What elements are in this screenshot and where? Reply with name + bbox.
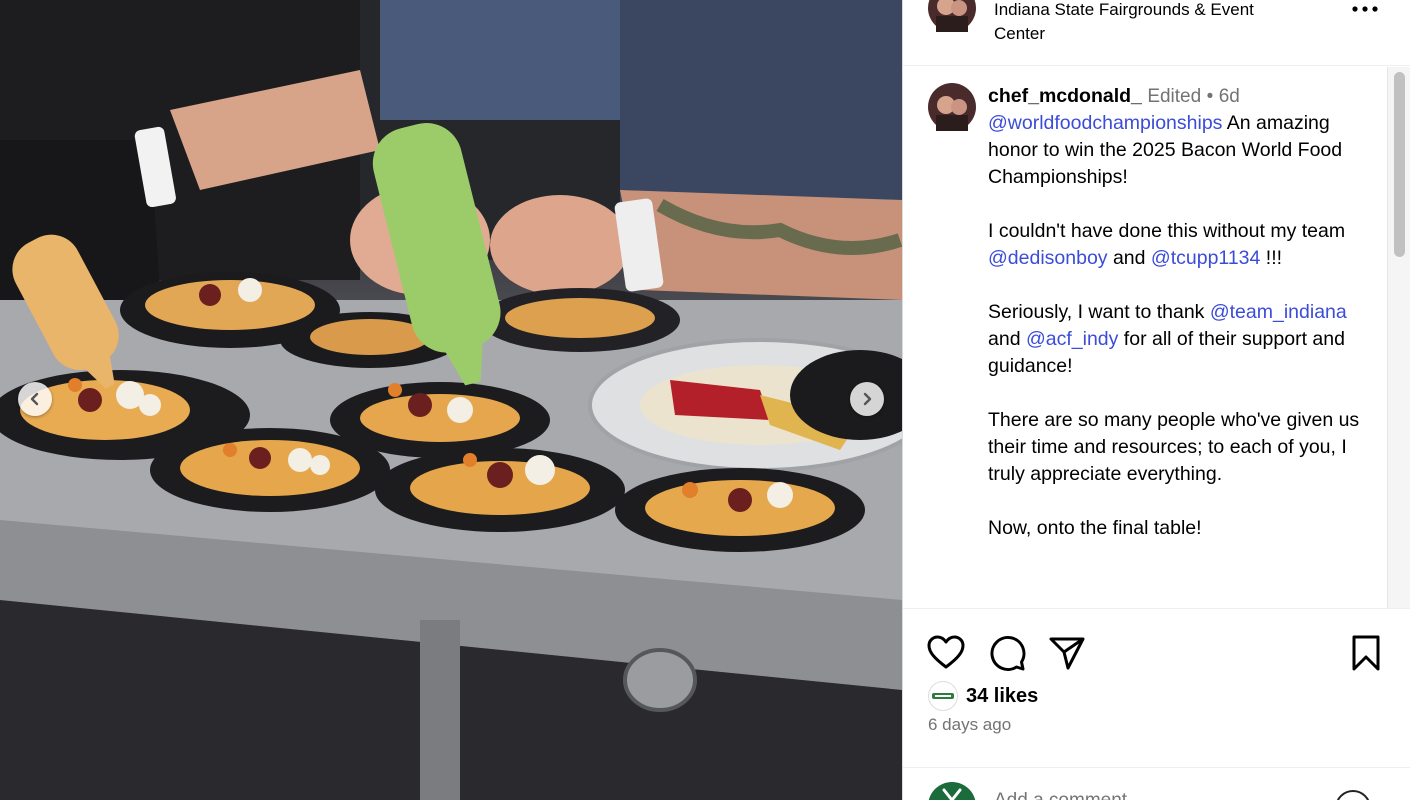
add-comment-bar [903, 767, 1410, 800]
carousel-next-button[interactable] [850, 382, 884, 416]
caption-text: and [1107, 247, 1151, 269]
bookmark-icon[interactable] [1346, 633, 1386, 673]
mention-link[interactable]: @team_indiana [1210, 301, 1347, 323]
mention-link[interactable]: @acf_indy [1026, 328, 1118, 350]
post-caption: chef_mcdonald_ Edited • 6d @worldfoodcham… [988, 83, 1373, 569]
chevron-left-icon [30, 392, 39, 406]
author-username[interactable]: chef_mcdonald_ [988, 85, 1142, 107]
carousel-prev-button[interactable] [18, 382, 52, 416]
author-avatar[interactable] [928, 83, 976, 131]
scrollbar-thumb[interactable] [1394, 72, 1405, 257]
post-header: Indiana State Fairgrounds & Event Center [903, 0, 1410, 66]
more-icon[interactable] [1350, 2, 1380, 16]
caption-paragraph-5: Now, onto the final table! [988, 517, 1202, 539]
food-plating-photo [0, 0, 902, 800]
post-actions: 34 likes 6 days ago [903, 608, 1410, 800]
post-time[interactable]: 6d [1219, 86, 1240, 107]
meta-separator: • [1206, 86, 1214, 107]
likes-count[interactable]: 34 likes [966, 685, 1038, 708]
caption-text: and [988, 328, 1026, 350]
edited-label: Edited [1147, 86, 1202, 107]
post-photo [0, 0, 902, 800]
current-user-avatar [928, 782, 976, 800]
post-date[interactable]: 6 days ago [928, 715, 1011, 735]
post-location[interactable]: Indiana State Fairgrounds & Event Center [994, 0, 1294, 46]
liker-avatar[interactable] [928, 681, 958, 711]
mention-link[interactable]: @dedisonboy [988, 247, 1108, 269]
comment-icon[interactable] [987, 633, 1027, 673]
caption-area: chef_mcdonald_ Edited • 6d @worldfoodcham… [903, 67, 1386, 608]
caption-text: Seriously, I want to thank [988, 301, 1210, 323]
caption-text: !!! [1260, 247, 1283, 269]
logo-icon [932, 693, 954, 699]
caption-paragraph-1: chef_mcdonald_ Edited • 6d @worldfoodcham… [988, 83, 1373, 191]
emoji-icon[interactable] [1335, 790, 1371, 800]
post-details-panel: Indiana State Fairgrounds & Event Center… [902, 0, 1410, 800]
mention-link[interactable]: @worldfoodchampionships [988, 112, 1222, 134]
caption-text: I couldn't have done this without my tea… [988, 220, 1346, 242]
mention-link[interactable]: @tcupp1134 [1151, 247, 1260, 269]
caption-paragraph-3: Seriously, I want to thank @team_indiana… [988, 299, 1373, 380]
caption-scrollbar[interactable] [1387, 67, 1410, 608]
author-avatar[interactable] [928, 0, 976, 32]
caption-paragraph-4: There are so many people who've given us… [988, 409, 1360, 485]
send-icon[interactable] [1047, 633, 1087, 673]
chevron-right-icon [863, 392, 872, 406]
leaf-logo-icon [942, 788, 962, 800]
heart-icon[interactable] [926, 633, 966, 673]
likes-summary: 34 likes [928, 681, 1038, 711]
caption-paragraph-2: I couldn't have done this without my tea… [988, 218, 1373, 272]
comment-input[interactable] [994, 790, 1324, 800]
